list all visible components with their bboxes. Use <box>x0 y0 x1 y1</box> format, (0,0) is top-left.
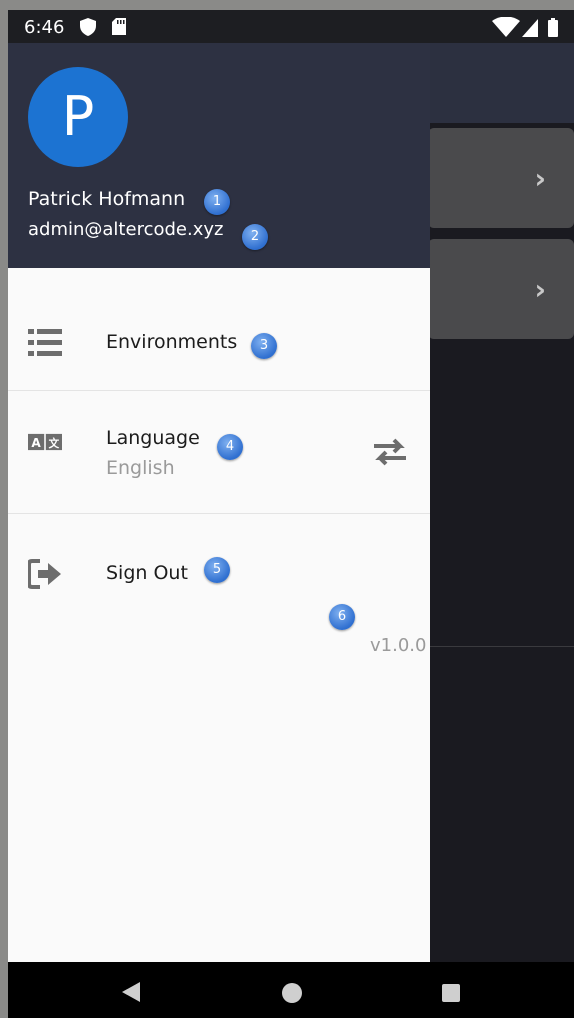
list-icon <box>28 329 62 356</box>
status-time: 6:46 <box>24 17 65 38</box>
background-divider <box>430 646 574 647</box>
sd-card-icon <box>112 18 126 35</box>
navigation-drawer: P Patrick Hofmann admin@altercode.xyz En… <box>8 43 430 962</box>
shield-icon <box>80 18 96 36</box>
drawer-item-environments[interactable]: Environments <box>8 268 430 390</box>
wifi-icon <box>492 17 520 37</box>
user-name: Patrick Hofmann <box>28 188 186 210</box>
annotation-badge-2: 2 <box>242 224 268 250</box>
back-icon[interactable] <box>122 982 140 1002</box>
phone-screen: › › 6:46 P Patrick Hofmann admin@alterco… <box>8 10 574 1018</box>
drawer-item-label: Environments <box>106 331 238 353</box>
swap-icon[interactable] <box>372 437 408 467</box>
background-card-2[interactable]: › <box>428 239 574 339</box>
translate-icon: A 文 <box>28 433 62 451</box>
system-navigation-bar <box>8 962 574 1018</box>
annotation-badge-3: 3 <box>251 333 277 359</box>
app-version: v1.0.0 <box>370 635 427 656</box>
annotation-badge-1: 1 <box>204 189 230 215</box>
status-bar: 6:46 <box>8 10 574 43</box>
annotation-badge-4: 4 <box>217 434 243 460</box>
annotation-badge-6: 6 <box>329 604 355 630</box>
chevron-right-icon: › <box>534 162 546 195</box>
drawer-header: P Patrick Hofmann admin@altercode.xyz <box>8 43 430 268</box>
drawer-item-label: Sign Out <box>106 562 188 584</box>
signal-icon <box>522 19 538 37</box>
home-icon[interactable] <box>282 983 302 1003</box>
language-value: English <box>106 457 175 479</box>
avatar[interactable]: P <box>28 67 128 167</box>
sign-out-icon <box>28 559 61 589</box>
battery-icon <box>548 18 558 37</box>
background-card-1[interactable]: › <box>428 128 574 228</box>
drawer-item-label: Language <box>106 427 200 449</box>
user-email: admin@altercode.xyz <box>28 219 224 240</box>
annotation-badge-5: 5 <box>204 557 230 583</box>
svg-text:文: 文 <box>48 437 60 450</box>
svg-text:A: A <box>31 436 41 450</box>
chevron-right-icon: › <box>534 273 546 306</box>
recents-icon[interactable] <box>442 984 460 1002</box>
status-right-icons <box>492 17 558 37</box>
